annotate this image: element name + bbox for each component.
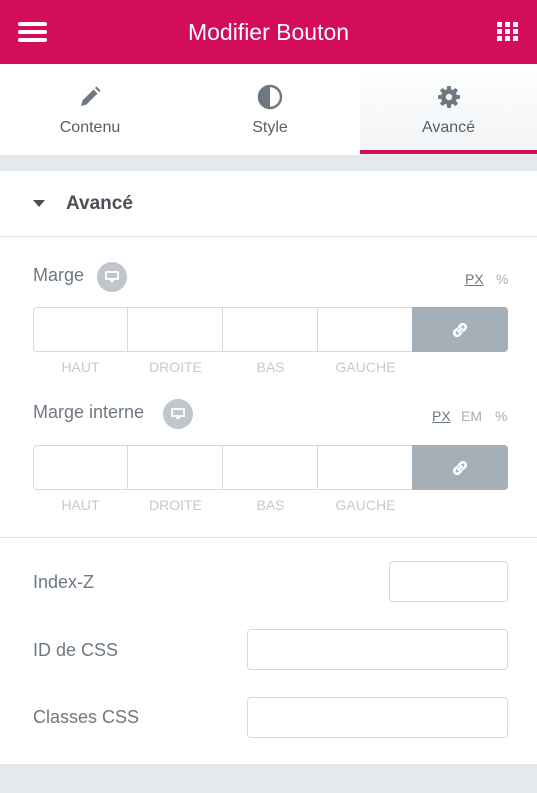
unit-px[interactable]: PX — [432, 408, 451, 424]
unit-percent[interactable]: % — [495, 408, 507, 424]
tab-avance[interactable]: Avancé — [360, 64, 537, 155]
margin-dimensions — [33, 307, 508, 352]
zindex-input[interactable] — [389, 561, 508, 602]
grid-icon[interactable] — [497, 22, 519, 42]
margin-bottom-label: BAS — [256, 359, 285, 375]
padding-bottom-input[interactable] — [222, 445, 318, 490]
padding-unit-switcher: PX EM % — [430, 408, 510, 426]
link-values-button[interactable] — [412, 307, 508, 352]
link-icon — [452, 460, 468, 475]
tab-label: Style — [252, 119, 288, 136]
padding-bottom-label: BAS — [256, 497, 285, 513]
pencil-icon — [0, 84, 180, 110]
advanced-section: Avancé Marge PX % HAUT DROITE BAS GAUCHE… — [0, 171, 537, 764]
margin-right-input[interactable] — [127, 307, 223, 352]
padding-dimensions — [33, 445, 508, 490]
margin-right-label: DROITE — [149, 359, 202, 375]
caret-down-icon — [33, 200, 45, 207]
padding-top-label: HAUT — [61, 497, 100, 513]
zindex-label: Index-Z — [33, 572, 95, 592]
link-values-button[interactable] — [412, 445, 508, 490]
margin-top-input[interactable] — [33, 307, 128, 352]
margin-label: Marge — [33, 265, 85, 285]
tab-contenu[interactable]: Contenu — [0, 64, 180, 155]
tab-label: Contenu — [59, 119, 121, 136]
padding-left-input[interactable] — [317, 445, 413, 490]
unit-em[interactable]: EM — [461, 408, 482, 424]
css-id-input[interactable] — [247, 629, 508, 670]
padding-right-input[interactable] — [127, 445, 223, 490]
section-toggle[interactable]: Avancé — [0, 171, 537, 237]
unit-px[interactable]: PX — [465, 271, 484, 287]
padding-left-label: GAUCHE — [335, 497, 396, 513]
padding-top-input[interactable] — [33, 445, 128, 490]
desktop-icon[interactable] — [163, 399, 193, 429]
tab-label: Avancé — [421, 119, 476, 136]
unit-percent[interactable]: % — [496, 271, 508, 287]
padding-label: Marge interne — [33, 402, 145, 422]
padding-right-label: DROITE — [149, 497, 202, 513]
editor-tabs: Contenu Style Avancé — [0, 64, 537, 155]
panel-header: Modifier Bouton — [0, 0, 537, 64]
margin-top-label: HAUT — [61, 359, 100, 375]
half-circle-icon — [180, 84, 360, 110]
css-id-label: ID de CSS — [33, 640, 119, 660]
css-classes-label: Classes CSS — [33, 707, 140, 727]
css-classes-input[interactable] — [247, 697, 508, 738]
desktop-icon[interactable] — [97, 262, 127, 292]
margin-left-input[interactable] — [317, 307, 413, 352]
active-tab-indicator — [360, 150, 537, 154]
margin-bottom-input[interactable] — [222, 307, 318, 352]
gear-icon — [360, 84, 537, 110]
link-icon — [452, 322, 468, 337]
margin-left-label: GAUCHE — [335, 359, 396, 375]
tab-style[interactable]: Style — [180, 64, 360, 155]
margin-unit-switcher: PX % — [440, 271, 510, 289]
panel-title: Modifier Bouton — [187, 19, 350, 45]
section-title: Avancé — [66, 193, 133, 214]
divider — [0, 537, 537, 538]
